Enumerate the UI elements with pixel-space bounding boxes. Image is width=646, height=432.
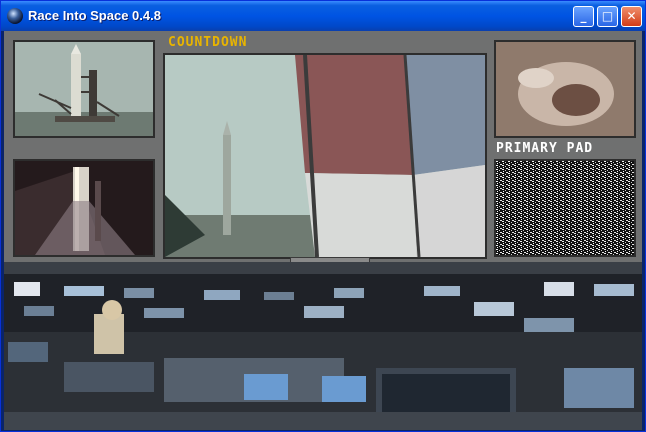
rocket-night-image [15, 161, 153, 255]
close-button[interactable]: ✕ [621, 6, 642, 27]
maximize-icon: □ [601, 9, 614, 23]
mission-control-scene [4, 262, 642, 430]
main-launch-monitor [163, 53, 487, 259]
window-title: Race Into Space 0.4.8 [28, 8, 161, 23]
minimize-button[interactable]: _ [573, 6, 594, 27]
rocket-night-monitor [13, 159, 155, 257]
pad-overview-monitor [494, 40, 636, 138]
close-icon: ✕ [626, 9, 637, 23]
rocket-gantry-monitor [13, 40, 155, 138]
minimize-icon: _ [580, 9, 587, 23]
monitor-console: COUNTDOWN PRIMARY PAD [4, 31, 642, 283]
game-area: COUNTDOWN PRIMARY PAD [4, 31, 642, 430]
maximize-button[interactable]: □ [597, 6, 618, 27]
launch-flag-image [165, 55, 485, 257]
pad-overview-image [496, 42, 634, 136]
earth-icon[interactable] [7, 8, 23, 24]
tv-static-image [496, 161, 634, 255]
countdown-label: COUNTDOWN [168, 35, 248, 50]
title-bar[interactable]: Race Into Space 0.4.8 _ □ ✕ [1, 1, 645, 31]
rocket-gantry-image [15, 42, 153, 136]
app-window: Race Into Space 0.4.8 _ □ ✕ COUNTDOWN PR… [0, 0, 646, 432]
primary-pad-label: PRIMARY PAD [496, 141, 594, 156]
mission-control-image [4, 262, 642, 430]
static-monitor [494, 159, 636, 257]
